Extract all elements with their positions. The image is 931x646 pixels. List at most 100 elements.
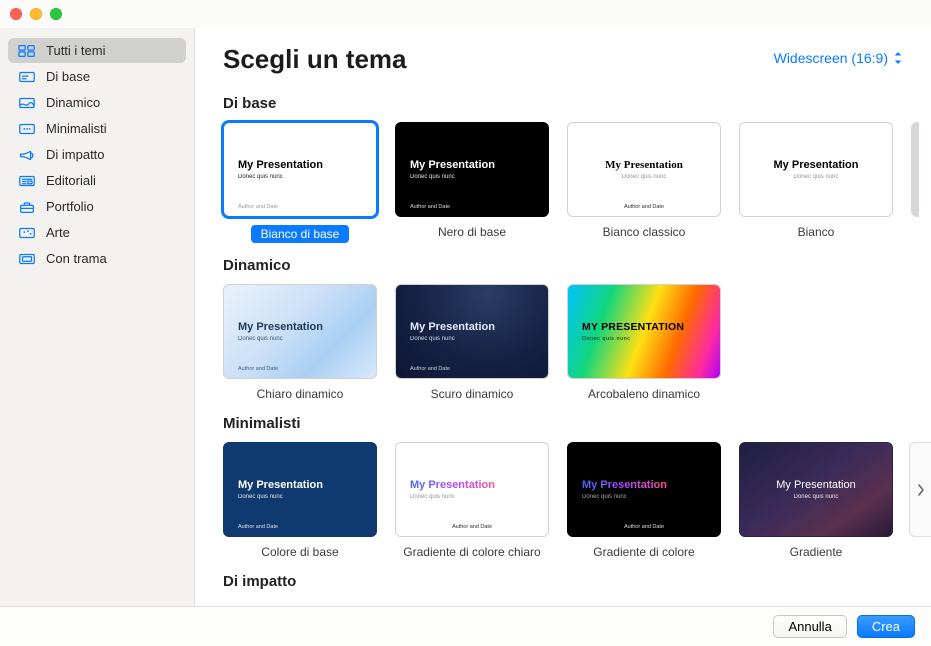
theme-thumbnail[interactable]: My Presentation Donec quis nunc [739, 122, 893, 217]
theme-item[interactable]: My PresentationDonec quis nuncAuthor and… [567, 122, 721, 243]
sidebar-item-label: Dinamico [46, 95, 100, 110]
sidebar: Tutti i temi Di base Dinamico Minimalisti Di… [0, 28, 195, 606]
thumb-footer: Author and Date [568, 524, 720, 530]
theme-thumbnail[interactable]: My Presentation Donec quis nunc Author and… [395, 284, 549, 379]
megaphone-icon [18, 148, 36, 162]
cancel-button[interactable]: Annulla [773, 615, 846, 638]
theme-thumbnail[interactable]: My PresentationDonec quis nuncAuthor and… [567, 122, 721, 217]
thumb-subtitle: Donec quis nunc [582, 174, 706, 180]
theme-row: My Presentation Donec quis nunc Author and… [223, 284, 931, 401]
thumb-footer: Author and Date [238, 204, 278, 210]
theme-item[interactable]: My Presentation Donec quis nunc Author and… [223, 284, 377, 401]
aspect-ratio-select[interactable]: Widescreen (16:9) [774, 44, 903, 66]
thumb-footer: Author and Date [396, 524, 548, 530]
thumb-subtitle: Donec quis nunc [582, 494, 706, 500]
thumb-footer: Author and Date [238, 366, 278, 372]
chevron-right-icon [917, 483, 925, 497]
theme-label: Arcobaleno dinamico [588, 387, 700, 401]
theme-label: Colore di base [261, 545, 338, 559]
sidebar-item-editorial[interactable]: Editoriali [8, 168, 186, 193]
sidebar-item-label: Portfolio [46, 199, 94, 214]
theme-label: Bianco di base [251, 225, 350, 243]
thumb-subtitle: Donec quis nunc [582, 336, 706, 342]
thumb-title: My Presentation [410, 159, 534, 172]
theme-item[interactable]: MY PRESENTATION Donec quis nunc Arcobaleno… [567, 284, 721, 401]
main-header: Scegli un tema Widescreen (16:9) [195, 28, 931, 81]
sidebar-item-label: Di impatto [46, 147, 105, 162]
theme-thumbnail[interactable]: My PresentationDonec quis nuncAuthor and… [395, 122, 549, 217]
sidebar-item-basic[interactable]: Di base [8, 64, 186, 89]
theme-thumbnail[interactable]: My Presentation Donec quis nunc Author and… [567, 442, 721, 537]
aspect-ratio-label: Widescreen (16:9) [774, 50, 888, 66]
row-next-button[interactable] [909, 442, 931, 537]
window-zoom-button[interactable] [50, 8, 62, 20]
thumb-title: My Presentation [410, 479, 534, 492]
thumb-title: My Presentation [754, 159, 878, 172]
window-titlebar [0, 0, 931, 28]
newspaper-icon [18, 174, 36, 188]
main-panel: Scegli un tema Widescreen (16:9) Di base… [195, 28, 931, 606]
thumb-subtitle: Donec quis nunc [238, 336, 362, 342]
thumb-title: My Presentation [238, 159, 362, 172]
theme-label: Gradiente [790, 545, 843, 559]
sidebar-item-all[interactable]: Tutti i temi [8, 38, 186, 63]
theme-thumbnail[interactable]: My Presentation Donec quis nunc Author and… [223, 122, 377, 217]
theme-label: Chiaro dinamico [257, 387, 344, 401]
thumb-subtitle: Donec quis nunc [754, 494, 878, 500]
thumb-title: My Presentation [238, 479, 362, 492]
thumb-subtitle: Donec quis nunc [410, 494, 534, 500]
theme-scroll-area[interactable]: Di base My Presentation Donec quis nunc Aut… [195, 81, 931, 606]
theme-item[interactable]: My Presentation Donec quis nunc Gradiente [739, 442, 893, 559]
window-close-button[interactable] [10, 8, 22, 20]
sidebar-item-label: Di base [46, 69, 90, 84]
thumb-subtitle: Donec quis nunc [410, 336, 534, 342]
theme-thumbnail[interactable]: My PresentationDonec quis nuncAuthor and… [223, 442, 377, 537]
section-title: Dinamico [223, 257, 931, 274]
thumb-title: My Presentation [238, 321, 362, 334]
theme-item[interactable]: My Presentation Donec quis nunc Author and… [223, 122, 377, 243]
theme-thumbnail[interactable]: My Presentation Donec quis nunc [739, 442, 893, 537]
theme-row: My Presentation Donec quis nunc Author and… [223, 442, 931, 559]
theme-item[interactable]: My Presentation Donec quis nunc Bianco [739, 122, 893, 243]
sidebar-item-label: Arte [46, 225, 70, 240]
sidebar-item-texture[interactable]: Con trama [8, 246, 186, 271]
thumb-title: My Presentation [754, 479, 878, 492]
sidebar-item-label: Con trama [46, 251, 107, 266]
theme-thumbnail[interactable]: MY PRESENTATION Donec quis nunc [567, 284, 721, 379]
sidebar-item-impact[interactable]: Di impatto [8, 142, 186, 167]
theme-item[interactable]: My Presentation Donec quis nunc Author and… [395, 442, 549, 559]
updown-icon [893, 51, 903, 65]
dots-icon [18, 122, 36, 136]
thumb-footer: Author and Date [410, 366, 450, 372]
thumb-title: My Presentation [582, 159, 706, 172]
theme-thumbnail[interactable]: My Presentation Donec quis nunc Author and… [395, 442, 549, 537]
thumb-title: MY PRESENTATION [582, 321, 706, 334]
thumb-subtitle: Donec quis nunc [410, 174, 534, 180]
thumb-subtitle: Donec quis nunc [754, 174, 878, 180]
waves-icon [18, 96, 36, 110]
theme-item[interactable]: My PresentationDonec quis nuncAuthor and… [395, 122, 549, 243]
grid-icon [18, 44, 36, 58]
theme-label: Bianco [798, 225, 835, 239]
theme-item[interactable]: My Presentation Donec quis nunc Author and… [567, 442, 721, 559]
sidebar-item-minimal[interactable]: Minimalisti [8, 116, 186, 141]
frame-icon [18, 252, 36, 266]
create-button[interactable]: Crea [857, 615, 915, 638]
sidebar-item-dynamic[interactable]: Dinamico [8, 90, 186, 115]
page-title: Scegli un tema [223, 44, 407, 75]
theme-item[interactable]: My PresentationDonec quis nuncAuthor and… [223, 442, 377, 559]
sidebar-item-portfolio[interactable]: Portfolio [8, 194, 186, 219]
theme-item[interactable]: My Presentation Donec quis nunc Author and… [395, 284, 549, 401]
thumb-title: My Presentation [582, 479, 706, 492]
sidebar-item-label: Editoriali [46, 173, 96, 188]
theme-label: Scuro dinamico [431, 387, 514, 401]
window-minimize-button[interactable] [30, 8, 42, 20]
thumb-title: My Presentation [410, 321, 534, 334]
thumb-subtitle: Donec quis nunc [238, 174, 362, 180]
theme-label: Gradiente di colore chiaro [403, 545, 540, 559]
theme-peek [911, 122, 919, 217]
section-title: Di base [223, 95, 931, 112]
thumb-subtitle: Donec quis nunc [238, 494, 362, 500]
sidebar-item-art[interactable]: Arte [8, 220, 186, 245]
theme-thumbnail[interactable]: My Presentation Donec quis nunc Author and… [223, 284, 377, 379]
